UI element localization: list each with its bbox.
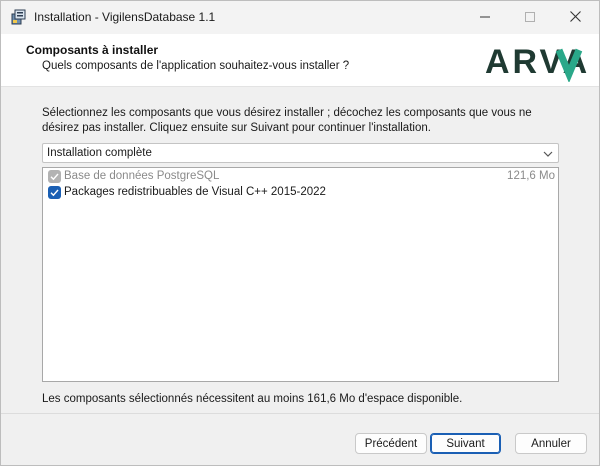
- checkmark-icon: [50, 189, 59, 197]
- components-list[interactable]: Base de données PostgreSQL 121,6 Mo Pack…: [42, 167, 559, 382]
- window-title: Installation - VigilensDatabase 1.1: [34, 10, 216, 24]
- installer-box-icon: [10, 8, 28, 26]
- cancel-button[interactable]: Annuler: [515, 433, 587, 454]
- component-size: 121,6 Mo: [507, 170, 555, 182]
- close-button[interactable]: [553, 1, 597, 34]
- title-bar[interactable]: Installation - VigilensDatabase 1.1: [1, 1, 599, 34]
- installer-window: Installation - VigilensDatabase 1.1 Comp…: [0, 0, 600, 466]
- component-label: Base de données PostgreSQL: [64, 170, 220, 182]
- minimize-icon: [480, 11, 490, 25]
- instructions-text: Sélectionnez les composants que vous dés…: [42, 107, 532, 134]
- list-item: Base de données PostgreSQL 121,6 Mo: [47, 169, 555, 185]
- next-button[interactable]: Suivant: [430, 433, 501, 454]
- back-button[interactable]: Précédent: [355, 433, 427, 454]
- maximize-icon: [525, 11, 535, 25]
- list-item[interactable]: Packages redistribuables de Visual C++ 2…: [47, 185, 555, 201]
- space-required-text: Les composants sélectionnés nécessitent …: [42, 393, 463, 405]
- component-checkbox[interactable]: [48, 186, 61, 199]
- page-header: Composants à installer Quels composants …: [1, 34, 599, 86]
- footer-bar: [1, 414, 599, 465]
- component-checkbox: [48, 170, 61, 183]
- arva-logo: ARVA: [475, 42, 599, 84]
- close-icon: [569, 10, 581, 25]
- maximize-button[interactable]: [508, 1, 552, 34]
- minimize-button[interactable]: [463, 1, 507, 34]
- component-label: Packages redistribuables de Visual C++ 2…: [64, 186, 326, 198]
- chevron-down-icon: [542, 148, 554, 160]
- page-title: Composants à installer: [26, 43, 159, 57]
- install-type-select[interactable]: Installation complète: [42, 143, 559, 163]
- page-subtitle: Quels composants de l'application souhai…: [42, 60, 350, 72]
- checkmark-icon: [50, 173, 59, 181]
- install-type-value: Installation complète: [47, 147, 152, 159]
